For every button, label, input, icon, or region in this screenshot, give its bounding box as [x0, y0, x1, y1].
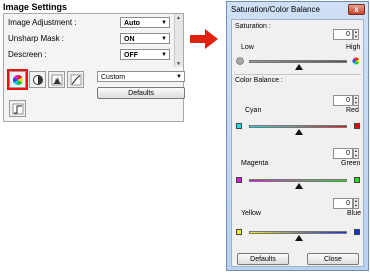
high-label: High	[346, 44, 361, 51]
histogram-button[interactable]	[48, 71, 65, 88]
chevron-down-icon: ▼	[161, 20, 167, 26]
blue-label: Blue	[347, 210, 362, 217]
high-saturation-icon	[352, 57, 360, 65]
chevron-down-icon: ▼	[161, 36, 167, 42]
magenta-green-slider-handle[interactable]	[295, 183, 303, 189]
tool-area: Custom ▼ Defaults	[3, 67, 185, 122]
image-adjustment-value: Auto	[124, 20, 140, 27]
brightness-contrast-button[interactable]	[29, 71, 46, 88]
image-settings-title: Image Settings	[3, 2, 68, 12]
close-icon[interactable]: x	[348, 4, 365, 15]
saturation-value-field[interactable]: 0	[333, 29, 353, 40]
color-balance-label: Color Balance :	[235, 77, 283, 84]
cyan-red-slider-handle[interactable]	[295, 129, 303, 135]
contrast-icon	[33, 75, 43, 85]
arrow-right-icon	[190, 29, 218, 49]
magenta-green-slider-track[interactable]	[249, 179, 347, 182]
yellow-label: Yellow	[241, 210, 261, 217]
image-adjustment-row: Image Adjustment : Auto ▼	[8, 17, 178, 29]
cyan-swatch	[236, 123, 242, 129]
saturation-color-balance-dialog: Saturation/Color Balance x Saturation : …	[226, 1, 369, 271]
unsharp-mask-select[interactable]: ON ▼	[120, 33, 170, 44]
low-label: Low	[241, 44, 254, 51]
magenta-swatch	[236, 177, 242, 183]
saturation-slider-track[interactable]	[249, 60, 347, 63]
saturation-label: Saturation :	[235, 23, 271, 30]
settings-scrollbar[interactable]: ▲ ▼	[174, 14, 183, 68]
descreen-value: OFF	[124, 52, 138, 59]
dialog-defaults-button[interactable]: Defaults	[237, 253, 289, 265]
tone-curve-button[interactable]	[67, 71, 84, 88]
blue-swatch	[354, 229, 360, 235]
cyan-red-spinner[interactable]: ▲ ▼	[353, 95, 359, 106]
final-review-button[interactable]	[9, 100, 26, 117]
saturation-spinner[interactable]: ▲ ▼	[353, 29, 359, 40]
tone-curve-icon	[70, 74, 82, 86]
descreen-select[interactable]: OFF ▼	[120, 49, 170, 60]
defaults-button[interactable]: Defaults	[97, 87, 185, 99]
green-swatch	[354, 177, 360, 183]
red-label: Red	[346, 107, 359, 114]
cyan-red-value-field[interactable]: 0	[333, 95, 353, 106]
dialog-body: Saturation : 0 ▲ ▼ Low High Color Balance…	[231, 19, 364, 267]
unsharp-mask-label: Unsharp Mask :	[8, 34, 65, 43]
image-adjustment-select[interactable]: Auto ▼	[120, 17, 170, 28]
image-settings-list: Image Adjustment : Auto ▼ Unsharp Mask :…	[3, 13, 184, 69]
low-saturation-icon	[236, 57, 244, 65]
yellow-swatch	[236, 229, 242, 235]
saturation-slider-handle[interactable]	[295, 64, 303, 70]
preset-select[interactable]: Custom ▼	[97, 71, 185, 82]
chevron-down-icon: ▼	[161, 52, 167, 58]
chevron-down-icon: ▼	[176, 74, 182, 80]
yellow-blue-slider-handle[interactable]	[295, 235, 303, 241]
histogram-icon	[51, 74, 63, 86]
green-label: Green	[341, 160, 361, 167]
cyan-red-slider-track[interactable]	[249, 125, 347, 128]
magenta-green-value-field[interactable]: 0	[333, 148, 353, 159]
unsharp-mask-row: Unsharp Mask : ON ▼	[8, 33, 178, 45]
descreen-row: Descreen : OFF ▼	[8, 49, 178, 61]
magenta-green-spinner[interactable]: ▲ ▼	[353, 148, 359, 159]
dialog-title: Saturation/Color Balance	[231, 5, 320, 14]
red-swatch	[354, 123, 360, 129]
magenta-label: Magenta	[241, 160, 269, 167]
unsharp-mask-value: ON	[124, 36, 135, 43]
cyan-label: Cyan	[245, 107, 262, 114]
threshold-icon	[12, 103, 24, 115]
divider	[234, 74, 361, 75]
yellow-blue-spinner[interactable]: ▲ ▼	[353, 198, 359, 209]
yellow-blue-slider-track[interactable]	[249, 231, 347, 234]
descreen-label: Descreen :	[8, 50, 47, 59]
preset-value: Custom	[101, 74, 126, 81]
yellow-blue-value-field[interactable]: 0	[333, 198, 353, 209]
highlight-frame	[7, 69, 28, 90]
image-adjustment-label: Image Adjustment :	[8, 18, 77, 27]
dialog-close-button[interactable]: Close	[307, 253, 359, 265]
scroll-up-icon[interactable]: ▲	[176, 15, 181, 21]
